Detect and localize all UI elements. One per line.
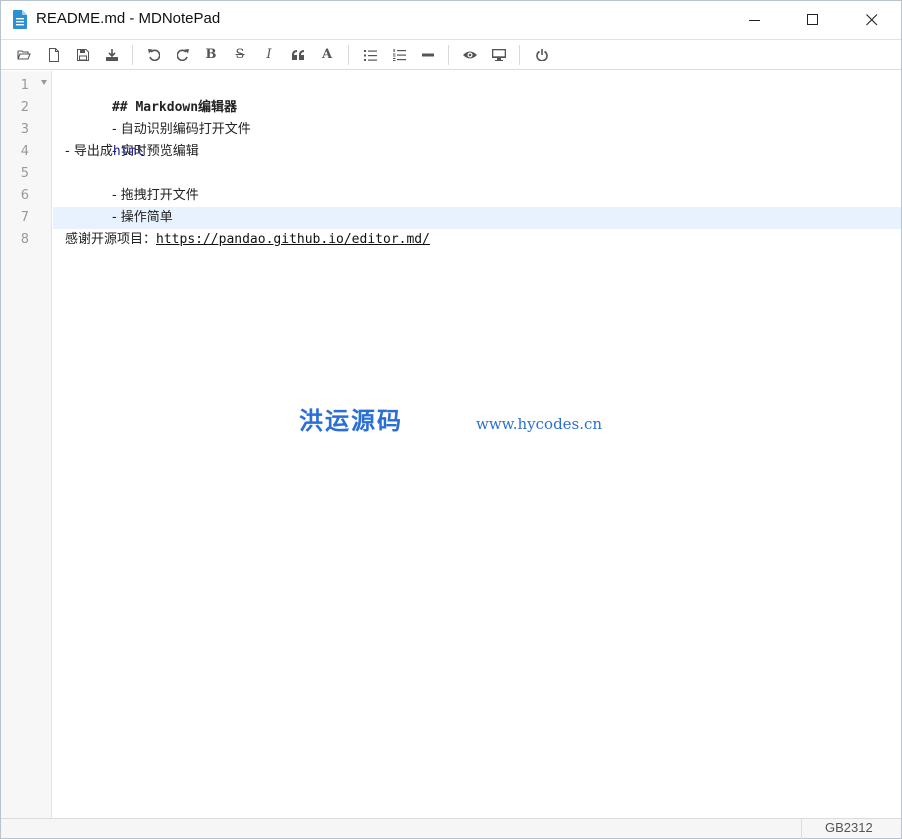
status-separator (801, 819, 802, 839)
toolbar: B S I A (1, 39, 901, 70)
close-icon (866, 14, 878, 26)
bold-button[interactable]: B (202, 46, 220, 64)
document-icon (13, 10, 27, 29)
list-ul-icon (363, 49, 377, 61)
save-icon (77, 49, 89, 61)
line-text: 感谢开源项目： (65, 232, 157, 247)
maximize-button[interactable] (784, 1, 842, 39)
current-line-highlight (53, 207, 901, 229)
quote-icon (291, 50, 304, 60)
undo-icon (148, 49, 160, 61)
preview-button[interactable] (461, 46, 479, 64)
undo-button[interactable] (145, 46, 163, 64)
open-file-button[interactable] (15, 46, 33, 64)
line-number: 3 (20, 122, 29, 137)
encoding-indicator[interactable]: GB2312 (825, 820, 873, 835)
strikethrough-button[interactable]: S (231, 46, 249, 64)
line-number: 7 (20, 210, 29, 225)
line-number: 2 (20, 100, 29, 115)
minimize-icon (749, 20, 760, 21)
list-ol-icon (392, 49, 406, 61)
export-button[interactable] (103, 46, 121, 64)
line-number: 8 (20, 232, 29, 247)
save-button[interactable] (74, 46, 92, 64)
fullscreen-preview-button[interactable] (490, 46, 508, 64)
fold-arrow-icon[interactable] (41, 80, 47, 85)
redo-icon (177, 49, 189, 61)
line-number-gutter: 1 2 3 4 5 6 7 8 (1, 71, 52, 818)
folder-open-icon (17, 50, 31, 60)
editor-line[interactable]: 感谢开源项目：https://pandao.github.io/editor.m… (65, 229, 430, 251)
editor-link[interactable]: https://pandao.github.io/editor.md/ (156, 232, 430, 247)
eye-icon (463, 51, 477, 59)
power-icon (536, 49, 548, 61)
line-text: - 操作简单 (111, 210, 173, 225)
new-file-button[interactable] (45, 46, 63, 64)
line-number: 1 (20, 78, 29, 93)
line-text: - 导出成 (65, 144, 113, 159)
close-button[interactable] (843, 1, 901, 39)
bullet-list-button[interactable] (361, 46, 379, 64)
editor-line[interactable]: - 拖拽打开文件 (65, 163, 199, 203)
minus-icon (422, 53, 434, 57)
quote-button[interactable] (289, 46, 307, 64)
line-number: 4 (20, 144, 29, 159)
exit-button[interactable] (533, 46, 551, 64)
editor-line[interactable]: ## Markdown编辑器 (65, 75, 237, 115)
editor-line-current[interactable] (65, 207, 112, 229)
ordered-list-button[interactable] (390, 46, 408, 64)
horizontal-rule-button[interactable] (419, 46, 437, 64)
editor-line[interactable]: - 导出成html (65, 141, 144, 163)
uppercase-button[interactable]: A (318, 46, 336, 64)
italic-button[interactable]: I (260, 46, 278, 64)
line-number: 6 (20, 188, 29, 203)
watermark-text: 洪运源码 (299, 407, 403, 435)
minimize-button[interactable] (726, 1, 784, 39)
title-bar[interactable]: README.md - MDNotePad (1, 1, 901, 39)
status-bar: GB2312 (1, 818, 901, 839)
watermark-url: www.hycodes.cn (476, 415, 603, 433)
editor-line[interactable]: - 自动识别编码打开文件 (65, 97, 251, 137)
editor-line[interactable]: - 实时预览编辑 (65, 119, 199, 159)
download-icon (106, 49, 118, 61)
app-window: README.md - MDNotePad B S I A 1 2 3 4 5 … (0, 0, 902, 839)
desktop-icon (492, 49, 506, 61)
editor-line[interactable]: - 操作简单 (65, 185, 173, 225)
toolbar-separator (348, 45, 349, 65)
maximize-icon (807, 14, 818, 25)
inline-code-text: html (112, 144, 145, 159)
window-title: README.md - MDNotePad (36, 10, 221, 27)
toolbar-separator (519, 45, 520, 65)
line-number: 5 (20, 166, 29, 181)
file-icon (49, 48, 59, 62)
toolbar-separator (132, 45, 133, 65)
redo-button[interactable] (174, 46, 192, 64)
markdown-editor[interactable]: 1 2 3 4 5 6 7 8 ## Markdown编辑器 - 自动识别编码打… (1, 71, 901, 818)
toolbar-separator (448, 45, 449, 65)
